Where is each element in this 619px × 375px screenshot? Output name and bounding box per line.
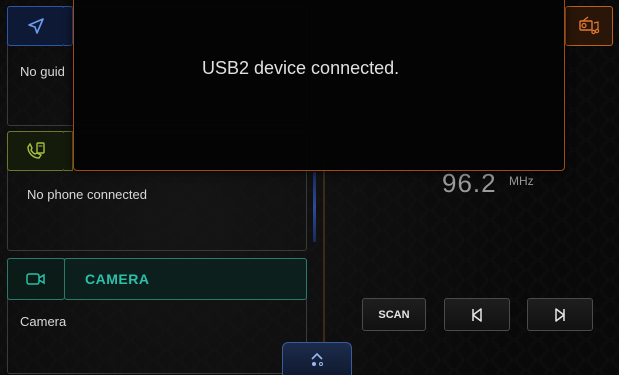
app-drawer-handle[interactable] [282, 342, 352, 375]
radio-frequency-unit: MHz [509, 174, 534, 188]
phone-status: No phone connected [27, 187, 147, 202]
page-dot-active [311, 362, 316, 366]
phone-title-bar[interactable] [64, 131, 73, 171]
phone-icon-button[interactable] [7, 131, 65, 171]
navigation-arrow-icon [28, 18, 44, 34]
page-dots [311, 362, 323, 366]
camera-title-button[interactable]: CAMERA [64, 258, 307, 300]
navigation-status: No guid [20, 64, 65, 79]
notification-popup[interactable]: USB2 device connected. [73, 0, 565, 171]
seek-previous-button[interactable] [444, 298, 510, 331]
scan-button[interactable]: SCAN [362, 298, 426, 331]
navigation-title-bar[interactable] [64, 6, 73, 46]
seek-next-button[interactable] [527, 298, 593, 331]
camera-icon-button[interactable] [7, 258, 65, 300]
camera-status: Camera [20, 314, 67, 329]
chevron-up-icon [311, 352, 323, 360]
seek-previous-icon [472, 307, 482, 322]
radio-music-icon [579, 16, 600, 35]
page-dot [318, 362, 323, 366]
infotainment-screen: No guid No phone connected CAMERA Camera [0, 0, 619, 375]
radio-icon-button[interactable] [565, 6, 613, 46]
phone-device-icon [27, 142, 45, 159]
camera-icon [26, 273, 45, 285]
scan-label: SCAN [378, 308, 410, 321]
radio-frequency: 96.2 [442, 168, 497, 198]
notification-message: USB2 device connected. [202, 58, 400, 78]
center-divider [323, 160, 325, 345]
scroll-indicator [313, 172, 316, 242]
camera-title: CAMERA [85, 271, 150, 287]
navigation-icon-button[interactable] [7, 6, 65, 46]
seek-next-icon [555, 307, 565, 322]
